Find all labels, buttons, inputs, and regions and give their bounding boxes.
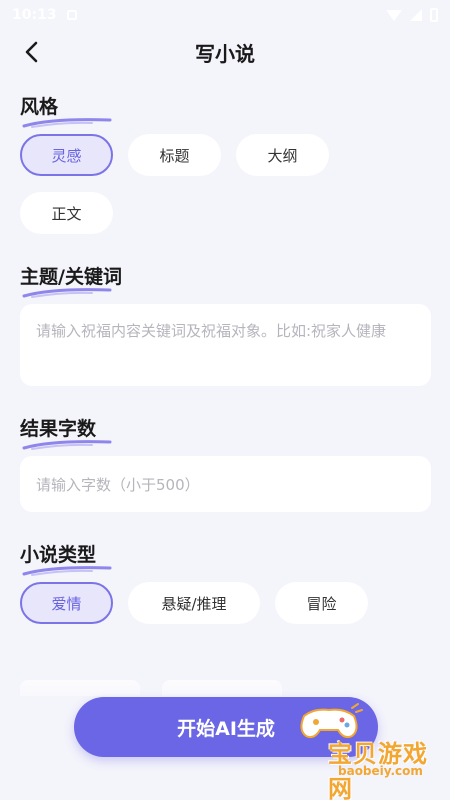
section-title-topic-label: 主题/关键词 xyxy=(20,266,122,288)
chip-genre-mystery[interactable]: 悬疑/推理 xyxy=(128,582,260,624)
swoosh-decoration-icon xyxy=(22,288,112,298)
chip-genre-adventure[interactable]: 冒险 xyxy=(275,582,368,624)
section-title-word-count: 结果字数 xyxy=(20,416,112,450)
section-title-style: 风格 xyxy=(20,94,112,128)
swoosh-decoration-icon xyxy=(22,440,112,450)
genre-options: 爱情 悬疑/推理 冒险 xyxy=(20,582,430,624)
style-options: 灵感 标题 大纲 正文 xyxy=(20,134,430,234)
word-count-input[interactable]: 请输入字数（小于500） xyxy=(20,456,431,512)
chip-style-title[interactable]: 标题 xyxy=(128,134,221,176)
watermark: 宝贝游戏网 baobeiy.com xyxy=(290,700,430,800)
status-bar: 10:13 xyxy=(0,0,450,30)
topic-input[interactable]: 请输入祝福内容关键词及祝福对象。比如:祝家人健康 xyxy=(20,304,431,386)
back-button[interactable] xyxy=(18,38,46,66)
chip-style-body[interactable]: 正文 xyxy=(20,192,113,234)
chevron-left-icon xyxy=(25,41,38,63)
form-content: 风格 灵感 标题 大纲 正文 主题/关键词 请输入祝福内容关键词及祝福对象。比如… xyxy=(0,74,450,624)
chip-genre-romance[interactable]: 爱情 xyxy=(20,582,113,624)
signal-icon xyxy=(410,9,422,21)
section-title-topic: 主题/关键词 xyxy=(20,264,122,298)
status-icons xyxy=(386,8,438,22)
header: 写小说 xyxy=(0,30,450,74)
status-time: 10:13 xyxy=(12,7,57,23)
swoosh-decoration-icon xyxy=(22,566,112,576)
section-title-word-count-label: 结果字数 xyxy=(20,418,97,440)
chip-style-inspiration[interactable]: 灵感 xyxy=(20,134,113,176)
watermark-url: baobeiy.com xyxy=(338,764,423,778)
section-title-genre-label: 小说类型 xyxy=(20,544,97,566)
wifi-icon xyxy=(386,9,402,21)
section-title-genre: 小说类型 xyxy=(20,542,112,576)
battery-icon xyxy=(430,8,438,22)
swoosh-decoration-icon xyxy=(22,118,112,128)
page-title: 写小说 xyxy=(195,41,255,66)
chip-style-outline[interactable]: 大纲 xyxy=(236,134,329,176)
notification-icon xyxy=(66,10,77,20)
section-title-style-label: 风格 xyxy=(20,96,59,118)
